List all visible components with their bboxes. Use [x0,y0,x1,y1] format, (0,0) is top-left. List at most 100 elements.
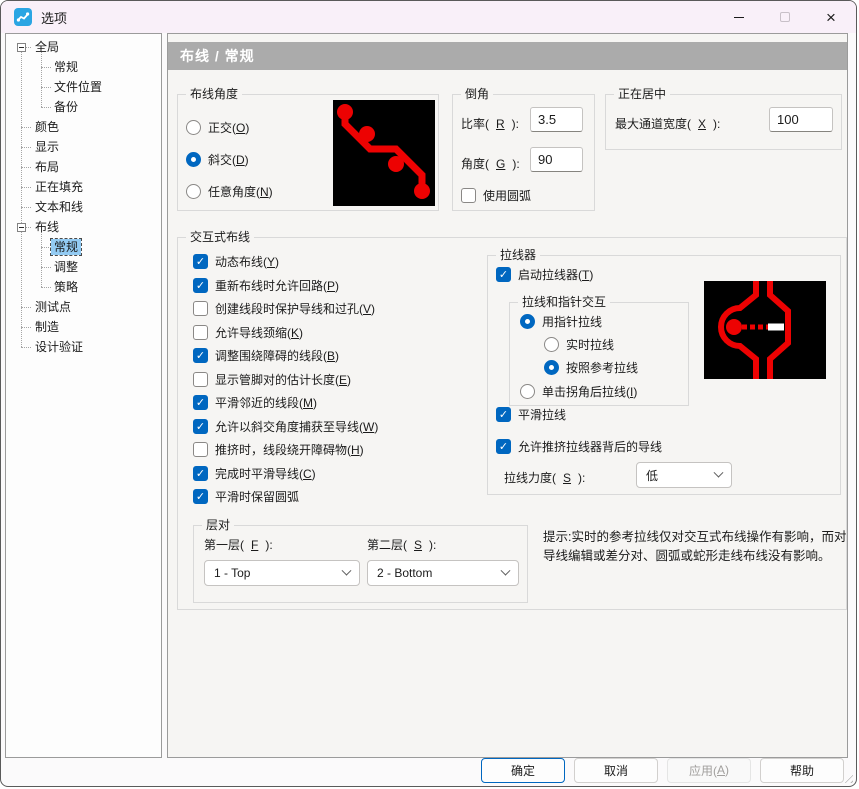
sidebar-item-colors[interactable]: 颜色 [8,117,159,137]
sidebar-item-label: 备份 [54,100,79,114]
sidebar-item-file-locations[interactable]: 文件位置 [8,77,159,97]
sidebar-item-label: 测试点 [35,300,72,314]
smooth-drag-checkbox[interactable]: 平滑拉线 [496,406,566,423]
checkbox-row[interactable]: 推挤时，线段绕开障碍物(H) [193,438,378,462]
checkbox-icon [193,395,208,411]
checkbox-row[interactable]: 创建线段时保护导线和过孔(V) [193,297,378,321]
radio-orthogonal[interactable]: 正交(O) [186,119,249,136]
ok-button[interactable]: 确定 [481,757,565,783]
drag-strength-select[interactable]: 低 [636,462,732,488]
push-behind-hug-checkbox[interactable]: 允许推挤拉线器背后的导线 [496,438,662,455]
sidebar-item-routing-general[interactable]: 常规 [8,237,159,257]
checkbox-label: 显示管脚对的估计长度(E) [215,372,352,387]
collapse-icon[interactable] [17,223,26,232]
max-channel-width-label: 最大通道宽度(X): [615,116,721,132]
checkbox-row[interactable]: 完成时平滑导线(C) [193,462,378,486]
checkbox-row[interactable]: 显示管脚对的估计长度(E) [193,368,378,392]
sidebar-item-testpoints[interactable]: 测试点 [8,297,159,317]
checkbox-icon [496,439,511,454]
checkbox-row[interactable]: 平滑邻近的线段(M) [193,391,378,415]
sidebar-item-label: 常规 [54,60,79,74]
radio-icon [544,360,559,375]
ratio-label: 比率(R): [461,116,520,132]
chevron-down-icon [341,565,352,576]
collapse-icon[interactable] [17,43,26,52]
sidebar-item-label: 文件位置 [54,80,103,94]
enable-hug-checkbox[interactable]: 启动拉线器(T) [496,266,593,283]
layer-pair-group: 层对 第一层(F): 第二层(S): 1 - Top 2 - Bottom [193,518,528,603]
group-title: 布线角度 [186,87,243,102]
radio-icon [520,314,535,329]
checkbox-row[interactable]: 动态布线(Y) [193,250,378,274]
hint-text: 提示:实时的参考拉线仅对交互式布线操作有影响，而对导线编辑或差分对、圆弧或蛇形走… [543,530,847,564]
checkbox-row[interactable]: 允许以斜交角度捕获至导线(W) [193,415,378,439]
radio-label: 用指针拉线 [542,315,603,329]
checkbox-row[interactable]: 平滑时保留圆弧 [193,485,378,509]
checkbox-icon [193,348,208,364]
sidebar-item-routing[interactable]: 布线 [8,217,159,237]
sidebar-item-backup[interactable]: 备份 [8,97,159,117]
minimize-icon [734,16,744,18]
radio-label: 斜交(D) [208,153,249,167]
checkbox-icon [461,188,476,203]
checkbox-icon [496,267,511,282]
radio-diagonal[interactable]: 斜交(D) [186,151,249,168]
radio-realtime-drag[interactable]: 实时拉线 [544,336,614,353]
sidebar-item-design-verification[interactable]: 设计验证 [8,337,159,357]
chevron-down-icon [500,565,511,576]
sidebar-item-label-selected: 常规 [49,238,83,256]
radio-icon [520,384,535,399]
checkbox-icon [193,254,208,270]
checkbox-icon [193,418,208,434]
second-layer-select[interactable]: 2 - Bottom [367,560,519,586]
maximize-icon [780,12,790,22]
app-icon [14,8,32,26]
main-panel: 布线 / 常规 布线角度 正交(O) 斜交(D) 任意角度(N) 倒角 比率(… [167,33,848,758]
radio-drag-with-pointer[interactable]: 用指针拉线 [520,313,602,330]
radio-follow-reference-drag[interactable]: 按照参考拉线 [544,359,638,376]
minimize-button[interactable] [716,1,762,33]
checkbox-label: 动态布线(Y) [215,255,280,270]
sidebar-item-label: 制造 [35,320,60,334]
sidebar-item-layout[interactable]: 布局 [8,157,159,177]
centering-group: 正在居中 最大通道宽度(X): [605,87,842,150]
sidebar-item-global-general[interactable]: 常规 [8,57,159,77]
sidebar-item-label: 布局 [35,160,60,174]
checkbox-label: 重新布线时允许回路(P) [215,278,340,293]
checkbox-row[interactable]: 重新布线时允许回路(P) [193,274,378,298]
use-arcs-checkbox[interactable]: 使用圆弧 [461,187,531,204]
first-layer-select[interactable]: 1 - Top [204,560,360,586]
sidebar-item-display[interactable]: 显示 [8,137,159,157]
sidebar-item-strategy[interactable]: 策略 [8,277,159,297]
sidebar-item-filling[interactable]: 正在填充 [8,177,159,197]
checkbox-row[interactable]: 调整围绕障碍的线段(B) [193,344,378,368]
sidebar-item-global[interactable]: 全局 [8,37,159,57]
checkbox-row[interactable]: 允许导线颈缩(K) [193,321,378,345]
radio-icon [186,120,201,135]
max-channel-width-input[interactable] [769,107,833,132]
angle-input[interactable] [530,147,583,172]
radio-drag-after-corner-click[interactable]: 单击拐角后拉线(I) [520,383,637,400]
routing-angle-preview-image [333,100,435,206]
checkbox-icon [193,371,208,387]
ratio-input[interactable] [530,107,583,132]
help-button[interactable]: 帮助 [760,757,844,783]
dialog-footer: 确定 取消 应用(A) 帮助 [1,754,856,786]
routing-angle-group: 布线角度 正交(O) 斜交(D) 任意角度(N) [177,87,439,211]
sidebar-item-manufacturing[interactable]: 制造 [8,317,159,337]
select-value: 2 - Bottom [377,566,433,580]
radio-label: 实时拉线 [566,338,615,352]
chevron-down-icon [713,467,724,478]
checkbox-label: 调整围绕障碍的线段(B) [215,349,340,364]
close-button[interactable]: × [808,1,854,33]
sidebar-item-label: 全局 [35,40,60,54]
radio-label: 正交(O) [208,121,250,135]
radio-any-angle[interactable]: 任意角度(N) [186,183,273,200]
sidebar-item-tuning[interactable]: 调整 [8,257,159,277]
checkbox-label: 启动拉线器(T) [518,268,594,282]
cancel-button[interactable]: 取消 [574,757,658,783]
second-layer-label: 第二层(S): [367,537,437,553]
sidebar-item-text-and-lines[interactable]: 文本和线 [8,197,159,217]
checkbox-label: 允许推挤拉线器背后的导线 [518,440,663,454]
settings-tree: 全局 常规 文件位置 备份 颜色 显示 布局 正在填充 文本和线 布线 常规 调… [8,37,159,755]
